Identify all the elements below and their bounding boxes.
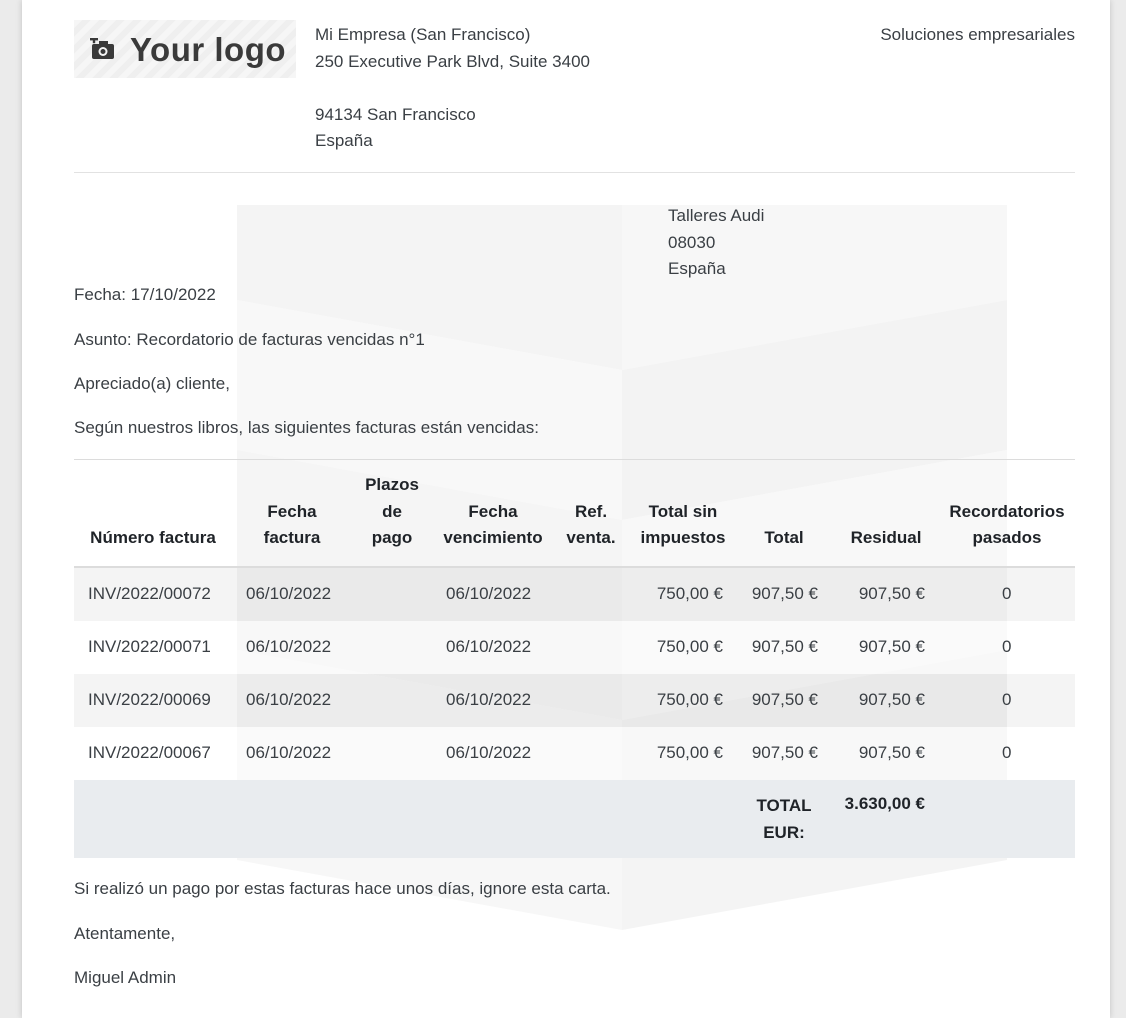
cell-reminders: 0 [1002,690,1012,709]
header-invoice-number: Número factura [90,528,216,548]
letter-greeting: Apreciado(a) cliente, [74,374,230,393]
header-payment-terms: Plazos de pago [365,475,419,548]
header-sale-ref: Ref. venta. [566,501,616,548]
cell-untaxed: 750,00 € [656,584,723,603]
table-row: INV/2022/00067 06/10/2022 06/10/2022 750… [74,727,1075,780]
header-reminders: Recordatorios pasados [949,501,1065,548]
cell-due-date: 06/10/2022 [446,637,532,656]
cell-total: 907,50 € [751,584,818,603]
letter-date: Fecha: 17/10/2022 [74,285,216,304]
cell-total: 907,50 € [751,743,818,762]
company-country: España [315,131,373,151]
table-row: INV/2022/00071 06/10/2022 06/10/2022 750… [74,621,1075,674]
header-due-date: Fecha vencimiento [443,501,543,548]
header-total: Total [764,528,804,548]
partner-country: España [668,259,726,278]
company-tagline: Soluciones empresariales [880,25,1075,44]
company-address: Mi Empresa (San Francisco) 250 Executive… [315,22,590,155]
letter-intro: Según nuestros libros, las siguientes fa… [74,418,539,437]
letter-regards: Atentamente, [74,924,176,943]
header-divider [74,172,1075,173]
invoice-table-header: Número factura Fecha factura Plazos de pago… [74,460,1075,568]
cell-reminders: 0 [1002,584,1012,603]
cell-untaxed: 750,00 € [656,743,723,762]
cell-residual: 907,50 € [858,584,925,603]
total-label: TOTAL EUR: [756,796,812,842]
cell-untaxed: 750,00 € [656,690,723,709]
cell-invoice-date: 06/10/2022 [246,743,332,762]
cell-invoice-date: 06/10/2022 [246,584,332,603]
header-untaxed: Total sin impuestos [640,501,726,548]
cell-reminders: 0 [1002,743,1012,762]
header-invoice-date: Fecha factura [263,501,321,548]
cell-residual: 907,50 € [858,690,925,709]
partner-zip: 08030 [668,232,716,252]
cell-due-date: 06/10/2022 [446,584,532,603]
partner-name: Talleres Audi [668,206,765,225]
cell-residual: 907,50 € [858,637,925,656]
cell-invoice-number[interactable]: INV/2022/00072 [88,584,211,604]
table-row: INV/2022/00072 06/10/2022 06/10/2022 750… [74,568,1075,621]
company-name: Mi Empresa (San Francisco) [315,25,531,44]
cell-untaxed: 750,00 € [656,637,723,656]
cell-due-date: 06/10/2022 [446,690,532,709]
document-page: Your logo Mi Empresa (San Francisco) 250… [22,0,1110,1018]
cell-invoice-number[interactable]: INV/2022/00069 [88,690,211,710]
cell-invoice-date: 06/10/2022 [246,690,332,709]
header-residual: Residual [850,528,922,548]
cell-invoice-number[interactable]: INV/2022/00067 [88,743,211,763]
partner-address: Talleres Audi 08030 España [668,203,764,283]
cell-residual: 907,50 € [858,743,925,762]
cell-reminders: 0 [1002,637,1012,656]
letter-closing-note: Si realizó un pago por estas facturas ha… [74,879,611,898]
cell-total: 907,50 € [751,637,818,656]
company-zip-city: 94134 San Francisco [315,104,476,124]
table-row: INV/2022/00069 06/10/2022 06/10/2022 750… [74,674,1075,727]
cell-invoice-number[interactable]: INV/2022/00071 [88,637,211,657]
camera-plus-icon [90,38,114,59]
cell-total: 907,50 € [751,690,818,709]
total-value: 3.630,00 € [844,794,925,813]
cell-due-date: 06/10/2022 [446,743,532,762]
company-street: 250 Executive Park Blvd, Suite 3400 [315,51,590,71]
letter-subject: Asunto: Recordatorio de facturas vencida… [74,330,425,349]
company-logo: Your logo [74,20,296,78]
logo-text: Your logo [130,31,287,68]
total-row: TOTAL EUR: 3.630,00 € [74,780,1075,858]
letter-signature: Miguel Admin [74,968,177,987]
cell-invoice-date: 06/10/2022 [246,637,332,656]
